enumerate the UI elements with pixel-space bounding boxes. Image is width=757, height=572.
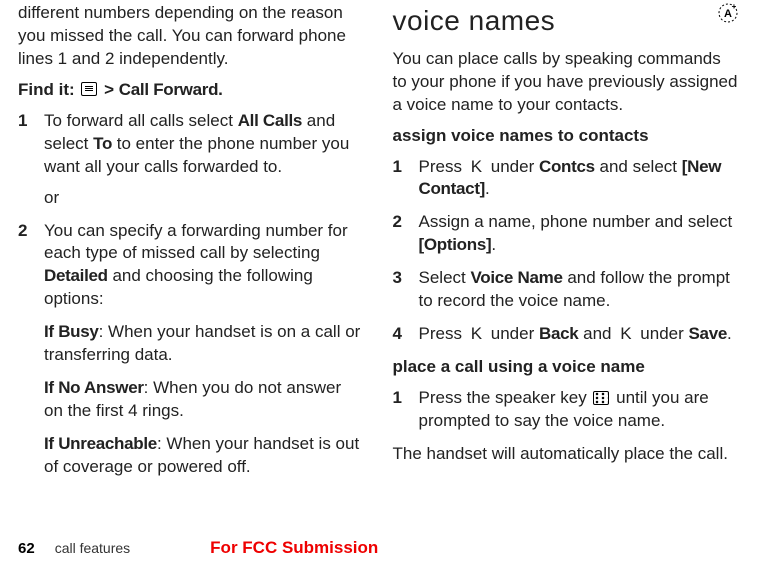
assign-steps: Press K under Contcs and select [New Con… bbox=[393, 156, 740, 347]
feature-badge-icon: A + bbox=[717, 2, 739, 31]
left-step-1: To forward all calls select All Calls an… bbox=[18, 110, 365, 210]
step2-detailed: Detailed bbox=[44, 266, 108, 285]
assign-step-1: Press K under Contcs and select [New Con… bbox=[393, 156, 740, 202]
page-footer: 62 call features For FCC Submission bbox=[18, 538, 739, 572]
left-steps: To forward all calls select All Calls an… bbox=[18, 110, 365, 479]
section-label: call features bbox=[55, 540, 130, 556]
assign-step-4: Press K under Back and K under Save. bbox=[393, 323, 740, 346]
speaker-icon bbox=[593, 391, 609, 405]
find-it-dot: . bbox=[218, 80, 223, 99]
step2-pre: You can specify a forwarding number for … bbox=[44, 221, 348, 263]
a3-voicename: Voice Name bbox=[470, 268, 562, 287]
step1-or: or bbox=[44, 187, 365, 210]
step2-ifnoanswer: If No Answer: When you do not answer on … bbox=[44, 377, 365, 423]
right-column: voice names A + You can place calls by s… bbox=[393, 2, 740, 538]
a1-mid: under bbox=[486, 157, 539, 176]
a4-save: Save bbox=[689, 324, 728, 343]
step1-to: To bbox=[93, 134, 112, 153]
voice-names-heading: voice names bbox=[393, 2, 718, 40]
step1-pre: To forward all calls select bbox=[44, 111, 238, 130]
a4-post: . bbox=[727, 324, 732, 343]
step1-allcalls: All Calls bbox=[238, 111, 302, 130]
menu-icon bbox=[81, 82, 97, 96]
a1-pre: Press bbox=[419, 157, 467, 176]
left-column: different numbers depending on the reaso… bbox=[18, 2, 365, 538]
a4-mid: under bbox=[486, 324, 539, 343]
a3-pre: Select bbox=[419, 268, 471, 287]
place-end-text: The handset will automatically place the… bbox=[393, 443, 740, 466]
a4-mid2: and bbox=[578, 324, 616, 343]
voice-intro: You can place calls by speaking commands… bbox=[393, 48, 740, 117]
a1-post: . bbox=[485, 179, 490, 198]
assign-step-2: Assign a name, phone number and select [… bbox=[393, 211, 740, 257]
svg-text:+: + bbox=[732, 2, 737, 11]
page-number: 62 bbox=[18, 540, 35, 557]
a2-pre: Assign a name, phone number and select bbox=[419, 212, 733, 231]
a2-options: [Options] bbox=[419, 235, 492, 254]
a4-pre: Press bbox=[419, 324, 467, 343]
a4-mid3: under bbox=[636, 324, 689, 343]
p1-pre: Press the speaker key bbox=[419, 388, 592, 407]
place-call-heading: place a call using a voice name bbox=[393, 356, 740, 379]
left-step-2: You can specify a forwarding number for … bbox=[18, 220, 365, 479]
a4-back: Back bbox=[539, 324, 578, 343]
find-it-item: Call Forward bbox=[119, 80, 218, 99]
a1-contcs: Contcs bbox=[539, 157, 595, 176]
step2-ifbusy: If Busy: When your handset is on a call … bbox=[44, 321, 365, 367]
a1-mid2: and select bbox=[595, 157, 682, 176]
fcc-notice: For FCC Submission bbox=[210, 538, 378, 558]
assign-heading: assign voice names to contacts bbox=[393, 125, 740, 148]
find-it-line: Find it: > Call Forward. bbox=[18, 79, 365, 102]
a4-softkey1: K bbox=[467, 323, 486, 346]
left-intro-text: different numbers depending on the reaso… bbox=[18, 2, 365, 71]
ifnoanswer-label: If No Answer bbox=[44, 378, 144, 397]
find-it-label: Find it: bbox=[18, 80, 75, 99]
ifbusy-label: If Busy bbox=[44, 322, 99, 341]
a4-softkey2: K bbox=[616, 323, 635, 346]
place-steps: Press the speaker key until you are prom… bbox=[393, 387, 740, 433]
ifunreachable-label: If Unreachable bbox=[44, 434, 157, 453]
step2-ifunreachable: If Unreachable: When your handset is out… bbox=[44, 433, 365, 479]
assign-step-3: Select Voice Name and follow the prompt … bbox=[393, 267, 740, 313]
a1-softkey: K bbox=[467, 156, 486, 179]
a2-post: . bbox=[491, 235, 496, 254]
place-step-1: Press the speaker key until you are prom… bbox=[393, 387, 740, 433]
find-it-sep: > bbox=[104, 80, 114, 99]
